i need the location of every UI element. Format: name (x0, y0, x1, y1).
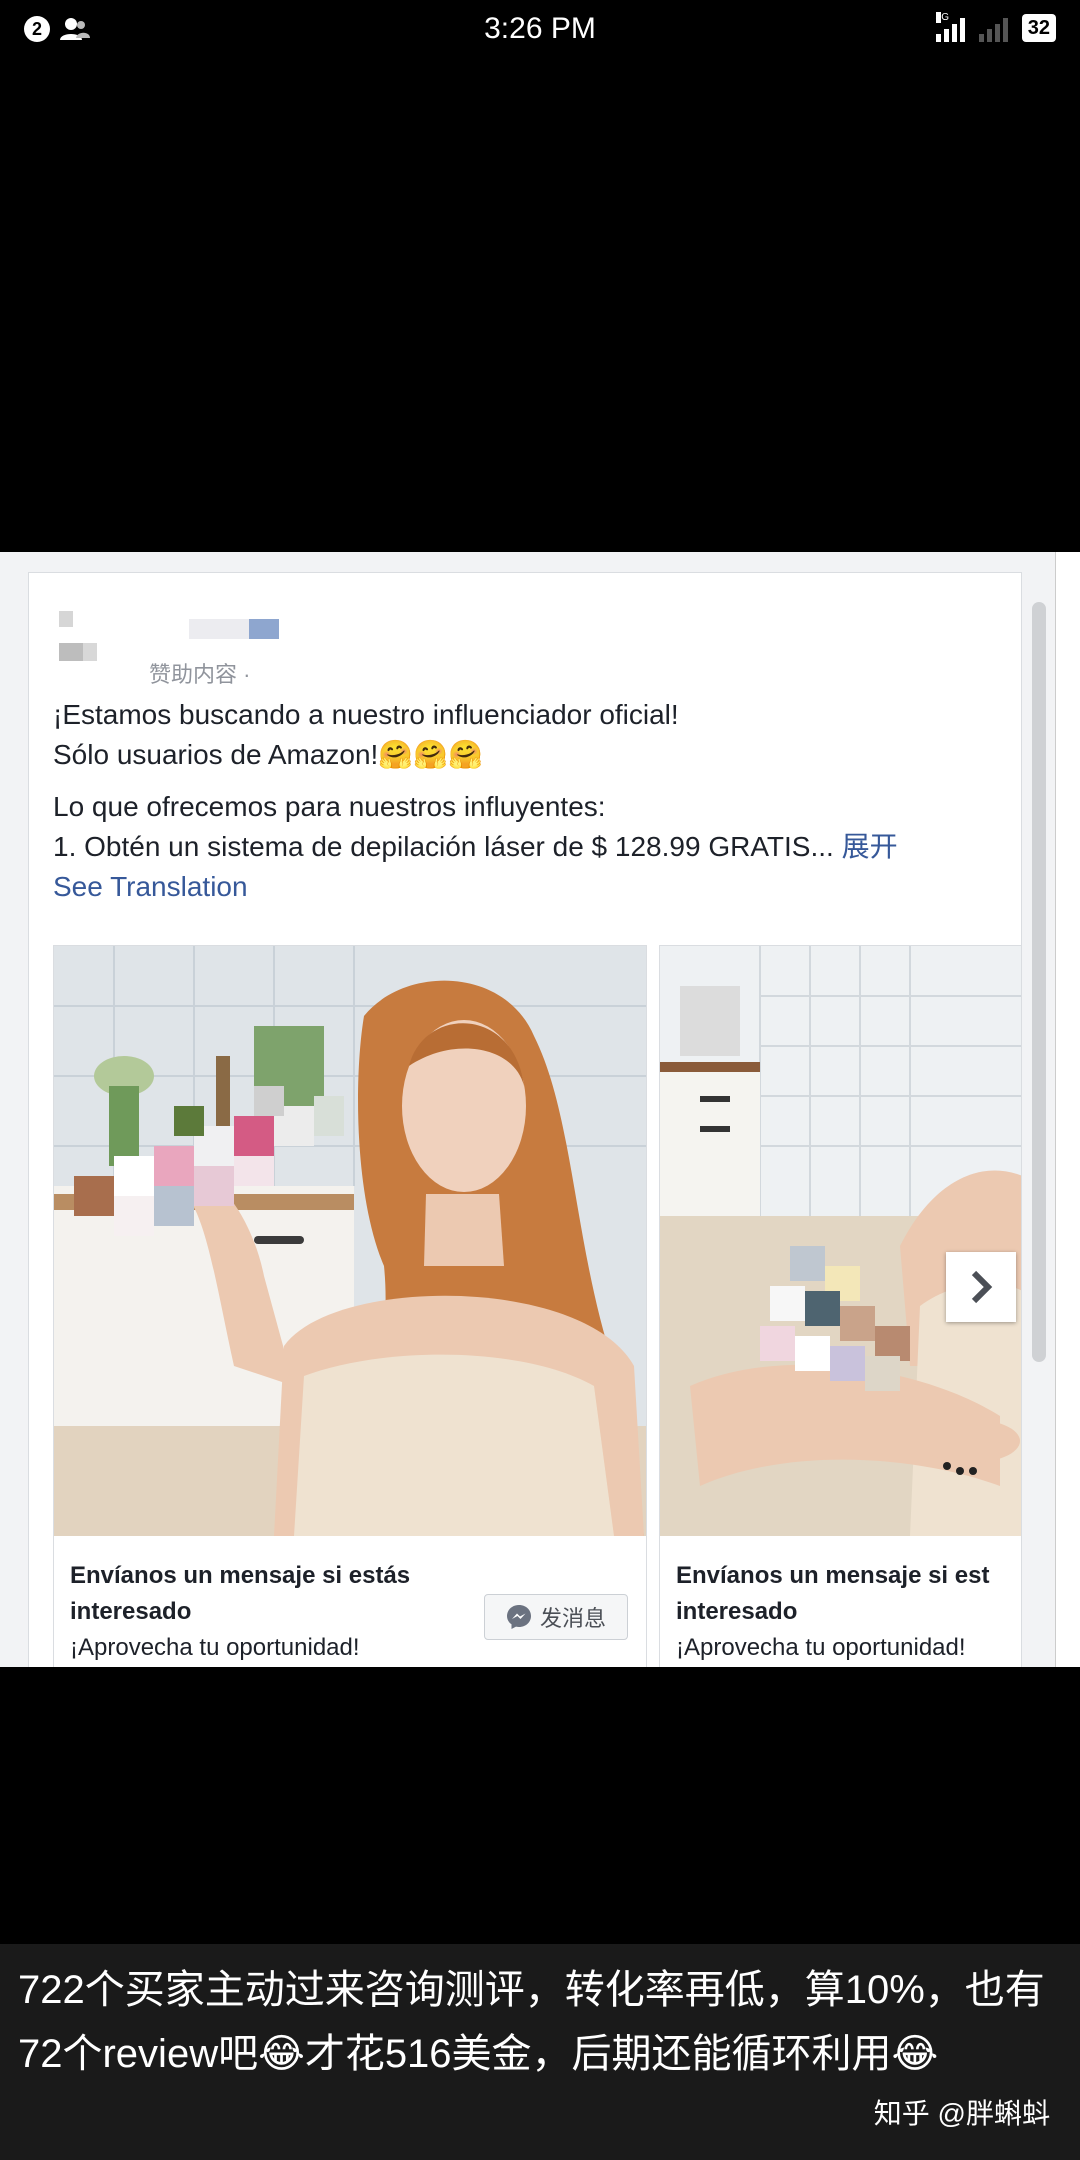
ad-photo (660, 946, 1021, 1536)
messenger-icon (506, 1605, 531, 1629)
card-title: interesado (70, 1598, 192, 1625)
signal-strength-icon: 4G (935, 12, 965, 42)
battery-indicator: 32 (1021, 14, 1056, 42)
send-message-label: 发消息 (539, 1606, 606, 1631)
ad-carousel: Envíanos un mensaje si estás interesado … (53, 945, 1021, 1667)
network-type-label: 4G (935, 12, 950, 23)
sponsored-label: 赞助内容 · (149, 662, 251, 687)
ad-photo (54, 946, 646, 1536)
status-time: 3:26 PM (484, 12, 596, 45)
post-body: ¡Estamos buscando a nuestro influenciado… (53, 695, 898, 907)
page-name-blurred (249, 619, 279, 639)
watermark-credit: 知乎 @胖蝌蚪 (873, 2098, 1050, 2129)
card-subtitle: ¡Aprovecha tu oportunidad! (70, 1634, 360, 1661)
card-title: interesado (676, 1598, 798, 1625)
post-line: Sólo usuarios de Amazon!🤗🤗🤗 (53, 739, 483, 770)
carousel-card[interactable]: Envíanos un mensaje si estás interesado … (53, 945, 647, 1667)
post-line: ¡Estamos buscando a nuestro influenciado… (53, 699, 679, 730)
see-translation-link[interactable]: See Translation (53, 867, 898, 907)
chevron-right-icon (971, 1270, 993, 1304)
card-title: Envíanos un mensaje si est (676, 1562, 990, 1589)
expand-link[interactable]: 展开 (842, 831, 898, 862)
send-message-button[interactable]: 发消息 (484, 1594, 628, 1640)
image-caption-bar: 722个买家主动过来咨询测评，转化率再低，算10%，也有72个review吧😂才… (0, 1944, 1080, 2160)
status-bar: 2 3:26 PM 4G 32 (0, 0, 1080, 60)
card-caption: Envíanos un mensaje si est interesado ¡A… (676, 1558, 989, 1666)
sponsored-post-card: 赞助内容 · ¡Estamos buscando a nuestro influ… (28, 572, 1022, 1667)
post-line: Lo que ofrecemos para nuestros influyent… (53, 791, 606, 822)
post-line: 1. Obtén un sistema de depilación láser … (53, 831, 834, 862)
card-caption: Envíanos un mensaje si estás interesado … (70, 1558, 410, 1666)
ad-screenshot: 赞助内容 · ¡Estamos buscando a nuestro influ… (0, 552, 1080, 1667)
secondary-signal-icon (978, 16, 1008, 42)
screen-edge (1055, 552, 1080, 1667)
caption-text: 722个买家主动过来咨询测评，转化率再低，算10%，也有72个review吧😂才… (18, 1968, 1045, 2076)
post-line-with-expand: 1. Obtén un sistema de depilación láser … (53, 827, 898, 867)
card-title: Envíanos un mensaje si estás (70, 1562, 411, 1589)
carousel-next-button[interactable] (946, 1252, 1016, 1322)
card-subtitle: ¡Aprovecha tu oportunidad! (676, 1634, 966, 1661)
avatar (51, 603, 121, 673)
scrollbar[interactable] (1032, 602, 1046, 1362)
